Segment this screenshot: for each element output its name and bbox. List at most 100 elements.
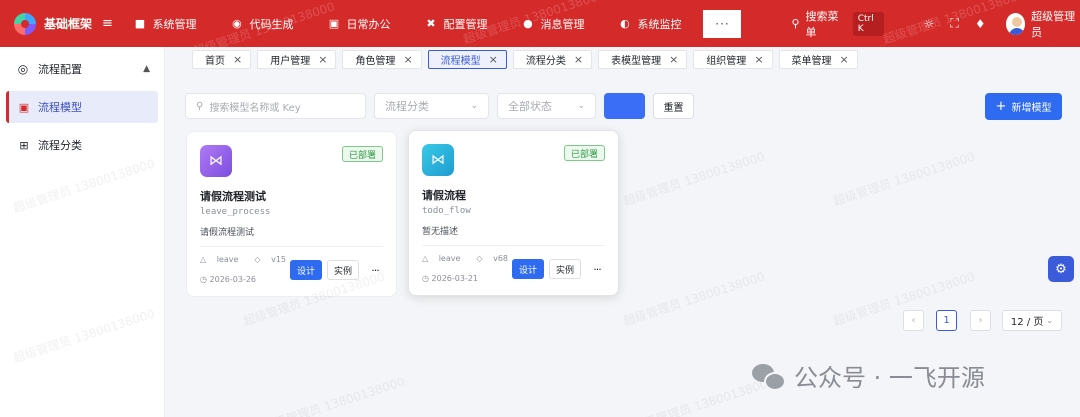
select-placeholder: 流程分类 xyxy=(385,100,429,113)
filter-bar: ⚲ 搜索模型名称或 Key 流程分类 ⌄ 全部状态 ⌄ 搜索 重置 xyxy=(185,93,694,119)
sidebar-item-flow-category[interactable]: ⊞ 流程分类 xyxy=(6,129,158,161)
close-icon[interactable]: × xyxy=(840,53,849,66)
model-name: 请假流程 xyxy=(422,189,466,202)
flow-node-icon: ⋈ xyxy=(422,144,454,176)
model-key: todo_flow xyxy=(422,206,471,216)
reset-button[interactable]: 重置 xyxy=(653,93,694,119)
design-button[interactable]: 设计 xyxy=(512,259,544,279)
close-icon[interactable]: × xyxy=(233,53,242,66)
nav-office[interactable]: ▣ 日常办公 xyxy=(327,0,391,47)
design-button[interactable]: 设计 xyxy=(290,260,322,280)
status-badge: 已部署 xyxy=(563,145,605,161)
nav-label: 日常办公 xyxy=(346,17,391,31)
tab-role-mgmt[interactable]: 角色管理 × xyxy=(342,50,422,69)
category-value: leave xyxy=(438,254,461,263)
model-card[interactable]: ⋈ 已部署 请假流程 todo_flow 暂无描述 △ leave ◇ v68 … xyxy=(408,130,619,296)
target-icon: ◎ xyxy=(17,62,29,76)
sidebar-group-label: 流程配置 xyxy=(38,63,82,76)
bag-icon: ▣ xyxy=(328,17,340,30)
divider xyxy=(422,245,605,246)
nav-more-button[interactable]: ··· xyxy=(703,9,742,38)
status-badge: 已部署 xyxy=(341,146,383,162)
version-value: v15 xyxy=(271,255,287,264)
bell-icon[interactable]: ♦ xyxy=(975,17,986,31)
nav-message[interactable]: ● 消息管理 xyxy=(521,0,584,47)
tab-home[interactable]: 首页 × xyxy=(192,50,252,69)
gear-icon[interactable]: ⚙ xyxy=(1048,256,1074,282)
category-select[interactable]: 流程分类 ⌄ xyxy=(374,93,489,119)
clock-icon: ◷ xyxy=(200,275,207,284)
instance-button[interactable]: 实例 xyxy=(549,259,581,279)
menu-search[interactable]: ⚲ 搜索菜单 Ctrl K xyxy=(791,8,884,40)
nav-codegen[interactable]: ◉ 代码生成 xyxy=(230,0,293,47)
tab-org-mgmt[interactable]: 组织管理 × xyxy=(693,50,773,69)
watermark: 超级管理员 13800138000 xyxy=(621,269,767,329)
tab-label: 表模型管理 xyxy=(611,56,662,67)
version-tag: ◇ v15 xyxy=(254,255,294,264)
close-icon[interactable]: × xyxy=(318,53,327,66)
close-icon[interactable]: × xyxy=(574,53,583,66)
model-date: ◷ 2026-03-21 xyxy=(422,274,478,283)
divider xyxy=(200,246,383,247)
model-card[interactable]: ⋈ 已部署 请假流程测试 leave_process 请假流程测试 △ leav… xyxy=(186,131,397,297)
page-size-label: 12 / 页 xyxy=(1010,317,1044,328)
app-logo[interactable]: 基础框架 ≡ xyxy=(0,12,113,35)
tab-label: 角色管理 xyxy=(355,56,396,67)
clock-icon: ◷ xyxy=(422,274,429,283)
chevron-down-icon: ⌄ xyxy=(577,101,585,111)
page-size-select[interactable]: 12 / 页 ⌄ xyxy=(1002,310,1062,331)
close-icon[interactable]: × xyxy=(669,53,678,66)
tab-flow-category[interactable]: 流程分类 × xyxy=(512,50,593,69)
wrench-icon: ✖ xyxy=(426,17,436,30)
nav-monitor[interactable]: ◐ 系统监控 xyxy=(618,0,681,47)
flow-node-icon: ⋈ xyxy=(200,145,232,177)
tab-label: 流程分类 xyxy=(525,56,566,67)
user-menu[interactable]: 超级管理员 xyxy=(1005,8,1080,40)
category-value: leave xyxy=(216,255,239,264)
date-value: 2026-03-21 xyxy=(431,274,479,283)
nav-label: 系统管理 xyxy=(152,17,197,31)
status-select[interactable]: 全部状态 ⌄ xyxy=(497,93,596,119)
wechat-icon xyxy=(752,362,786,391)
more-button[interactable]: ··· xyxy=(367,260,383,280)
nav-system[interactable]: ■ 系统管理 xyxy=(133,0,197,47)
instance-button[interactable]: 实例 xyxy=(327,260,359,280)
close-icon[interactable]: × xyxy=(754,53,763,66)
tab-table-model[interactable]: 表模型管理 × xyxy=(598,50,688,69)
sidebar: ◎ 流程配置 ▲ ▣ 流程模型 ⊞ 流程分类 超级管理员 13800138000… xyxy=(0,47,165,417)
add-model-button[interactable]: + 新增模型 xyxy=(985,93,1062,120)
shortcut-hint: Ctrl K xyxy=(852,11,884,36)
prev-page-button[interactable]: ‹ xyxy=(903,310,924,331)
next-page-button[interactable]: › xyxy=(970,310,991,331)
tab-user-mgmt[interactable]: 用户管理 × xyxy=(257,50,337,69)
page-tabs: 首页 × 用户管理 × 角色管理 × 流程模型 × 流程分类 × 表模型管理 × 组织管理 ×… xyxy=(192,50,864,70)
sun-icon[interactable]: ☼ xyxy=(924,17,935,31)
more-button[interactable]: ··· xyxy=(589,259,605,279)
nav-config[interactable]: ✖ 配置管理 xyxy=(424,0,487,47)
sidebar-item-flow-model[interactable]: ▣ 流程模型 xyxy=(6,91,158,123)
avatar xyxy=(1005,12,1026,35)
model-meta: △ leave ◇ v68 xyxy=(422,254,524,263)
search-icon: ⚲ xyxy=(196,100,204,112)
tab-menu-mgmt[interactable]: 菜单管理 × xyxy=(778,50,858,69)
menu-fold-icon[interactable]: ≡ xyxy=(102,17,113,30)
search-button[interactable]: 搜索 xyxy=(604,93,645,119)
close-icon[interactable]: × xyxy=(403,53,412,66)
brand-text: 公众号 · 一飞开源 xyxy=(794,364,985,392)
search-input[interactable]: ⚲ 搜索模型名称或 Key xyxy=(185,93,366,119)
watermark: 超级管理员 13800138000 xyxy=(831,149,977,209)
top-navbar: 基础框架 ≡ ■ 系统管理 ◉ 代码生成 ▣ 日常办公 ✖ 配置管理 ● 消息管理 ◐ 系统… xyxy=(0,0,1080,58)
watermark: 超级管理员 13800138000 xyxy=(11,306,157,366)
briefcase-icon: ■ xyxy=(134,17,146,30)
page-number[interactable]: 1 xyxy=(936,310,957,331)
watermark: 超级管理员 13800138000 xyxy=(621,149,767,209)
close-icon[interactable]: × xyxy=(489,53,498,66)
model-icon: ▣ xyxy=(18,100,30,114)
sidebar-group-flow-config[interactable]: ◎ 流程配置 ▲ xyxy=(0,47,164,91)
nav-label: 消息管理 xyxy=(540,17,585,31)
plus-icon: + xyxy=(995,99,1007,114)
fullscreen-icon[interactable]: ⛶ xyxy=(950,16,958,31)
tab-flow-model[interactable]: 流程模型 × xyxy=(427,50,507,69)
version-icon: ◇ xyxy=(254,255,261,264)
tab-label: 组织管理 xyxy=(706,56,747,67)
